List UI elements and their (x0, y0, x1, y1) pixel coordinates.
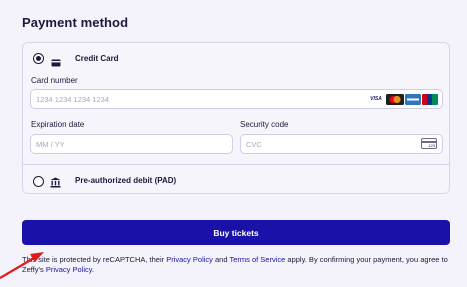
terms-of-service-link[interactable]: Terms of Service (229, 255, 285, 264)
cvc-card-icon: 123 (421, 138, 437, 149)
cvc-number-text: 123 (428, 143, 435, 148)
options-divider (23, 164, 449, 165)
legal-text-and: and (212, 255, 230, 264)
card-number-field[interactable]: VISA (30, 89, 443, 109)
card-number-label: Card number (31, 76, 78, 85)
credit-card-radio[interactable] (33, 53, 44, 64)
mastercard-logo (386, 94, 404, 112)
pad-label[interactable]: Pre-authorized debit (PAD) (75, 176, 176, 185)
recaptcha-privacy-link[interactable]: Privacy Policy (166, 255, 213, 264)
zeffy-privacy-link[interactable]: Privacy Policy (46, 265, 92, 274)
expiration-date-field[interactable] (30, 134, 233, 154)
security-code-field[interactable]: 123 (240, 134, 443, 154)
legal-text-period: . (91, 265, 95, 274)
red-arrow-annotation (0, 252, 44, 279)
amex-logo (405, 94, 421, 112)
expiration-date-input[interactable] (36, 135, 186, 153)
credit-card-label[interactable]: Credit Card (75, 54, 119, 63)
security-code-label: Security code (240, 120, 289, 129)
card-number-input[interactable] (36, 90, 186, 108)
security-code-input[interactable] (246, 135, 386, 153)
bank-icon (50, 175, 61, 193)
unionpay-logo (422, 94, 438, 112)
visa-logo: VISA (367, 95, 385, 104)
expiration-date-label: Expiration date (31, 120, 85, 129)
pad-radio[interactable] (33, 176, 44, 187)
legal-notice: This site is protected by reCAPTCHA, the… (22, 255, 452, 275)
buy-tickets-button[interactable]: Buy tickets (22, 220, 450, 245)
payment-method-title: Payment method (22, 15, 129, 30)
payment-method-panel: Credit Card Card number VISA Expira (22, 42, 450, 194)
credit-card-icon (51, 54, 61, 72)
